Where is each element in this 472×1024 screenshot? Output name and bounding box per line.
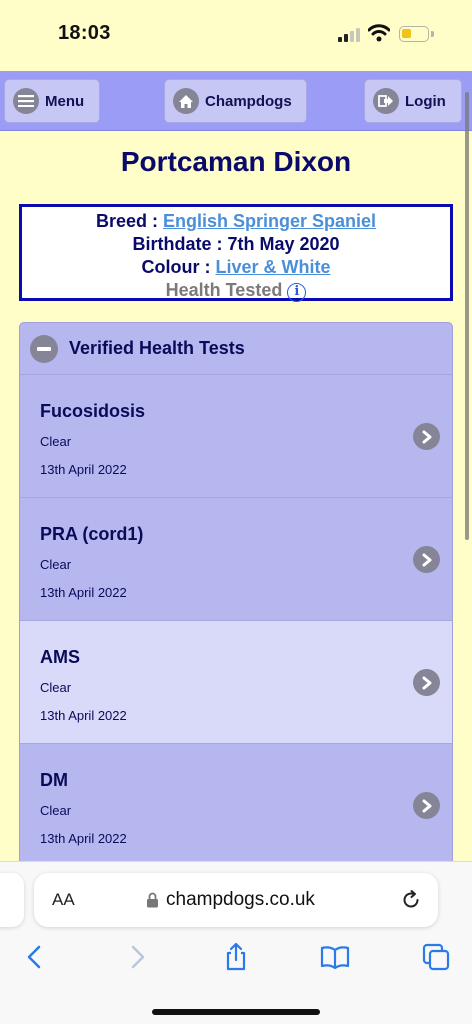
battery-icon	[399, 26, 429, 42]
tabs-icon[interactable]	[421, 942, 451, 972]
login-label: Login	[405, 92, 446, 110]
health-test-row[interactable]: PRA (cord1) Clear 13th April 2022	[20, 498, 452, 621]
health-test-row[interactable]: Fucosidosis Clear 13th April 2022	[20, 375, 452, 498]
menu-button[interactable]: Menu	[4, 79, 100, 123]
test-date: 13th April 2022	[40, 585, 127, 600]
breed-link[interactable]: English Springer Spaniel	[163, 211, 376, 231]
signal-icon	[338, 28, 362, 42]
test-date: 13th April 2022	[40, 831, 127, 846]
status-bar: 18:03	[0, 0, 472, 70]
address-bar[interactable]: AA champdogs.co.uk	[34, 873, 438, 927]
login-button[interactable]: Login	[364, 79, 462, 123]
test-result: Clear	[40, 434, 72, 449]
navbar: Menu Champdogs Login	[0, 71, 472, 131]
dog-info-box: Breed : English Springer Spaniel Birthda…	[19, 204, 453, 302]
breed-line: Breed : English Springer Spaniel	[22, 210, 450, 233]
test-name: AMS	[40, 647, 80, 667]
breed-label: Breed :	[95, 211, 158, 231]
test-result: Clear	[40, 680, 72, 695]
browser-toolbar: AA champdogs.co.uk	[0, 861, 472, 1024]
home-icon	[173, 88, 199, 114]
test-result: Clear	[40, 557, 72, 572]
url-text[interactable]: champdogs.co.uk	[166, 889, 315, 911]
health-tested-line: Health Tested i	[22, 279, 450, 302]
health-tests-panel: Verified Health Tests Fucosidosis Clear …	[19, 322, 453, 867]
health-tests-header[interactable]: Verified Health Tests	[20, 323, 452, 375]
chevron-right-icon[interactable]	[413, 669, 440, 696]
health-tested-label: Health Tested	[165, 280, 283, 300]
colour-line: Colour : Liver & White	[22, 256, 450, 279]
share-icon[interactable]	[221, 942, 251, 972]
chevron-right-icon[interactable]	[413, 423, 440, 450]
home-button[interactable]: Champdogs	[164, 79, 307, 123]
back-icon[interactable]	[20, 942, 50, 972]
forward-icon[interactable]	[122, 942, 152, 972]
birthdate-value: 7th May 2020	[227, 234, 340, 254]
test-name: DM	[40, 770, 68, 790]
chevron-right-icon[interactable]	[413, 546, 440, 573]
reader-settings-button[interactable]: AA	[52, 890, 75, 910]
page-title: Portcaman Dixon	[120, 146, 352, 177]
home-label: Champdogs	[205, 92, 292, 110]
collapse-icon[interactable]	[30, 334, 58, 363]
colour-link[interactable]: Liver & White	[216, 257, 331, 277]
test-date: 13th April 2022	[40, 462, 127, 477]
wifi-icon	[368, 24, 390, 42]
login-icon	[373, 88, 399, 114]
lock-icon	[147, 892, 158, 908]
test-name: Fucosidosis	[40, 401, 146, 421]
info-icon[interactable]: i	[287, 283, 307, 302]
chevron-right-icon[interactable]	[413, 792, 440, 819]
battery-tip	[431, 31, 434, 37]
home-indicator	[152, 1009, 320, 1015]
test-result: Clear	[40, 803, 72, 818]
colour-label: Colour :	[141, 257, 211, 277]
health-test-row[interactable]: DM Clear 13th April 2022	[20, 744, 452, 866]
status-time: 18:03	[58, 22, 111, 44]
birthdate-line: Birthdate : 7th May 2020	[22, 233, 450, 256]
reload-icon[interactable]	[400, 889, 422, 911]
previous-tab-preview[interactable]	[0, 873, 24, 927]
test-date: 13th April 2022	[40, 708, 127, 723]
health-test-row[interactable]: AMS Clear 13th April 2022	[20, 621, 452, 744]
hamburger-icon	[13, 88, 39, 114]
bookmarks-icon[interactable]	[320, 942, 350, 972]
birthdate-label: Birthdate :	[132, 234, 223, 254]
test-name: PRA (cord1)	[40, 524, 144, 544]
menu-label: Menu	[45, 92, 85, 110]
panel-title: Verified Health Tests	[69, 338, 245, 358]
